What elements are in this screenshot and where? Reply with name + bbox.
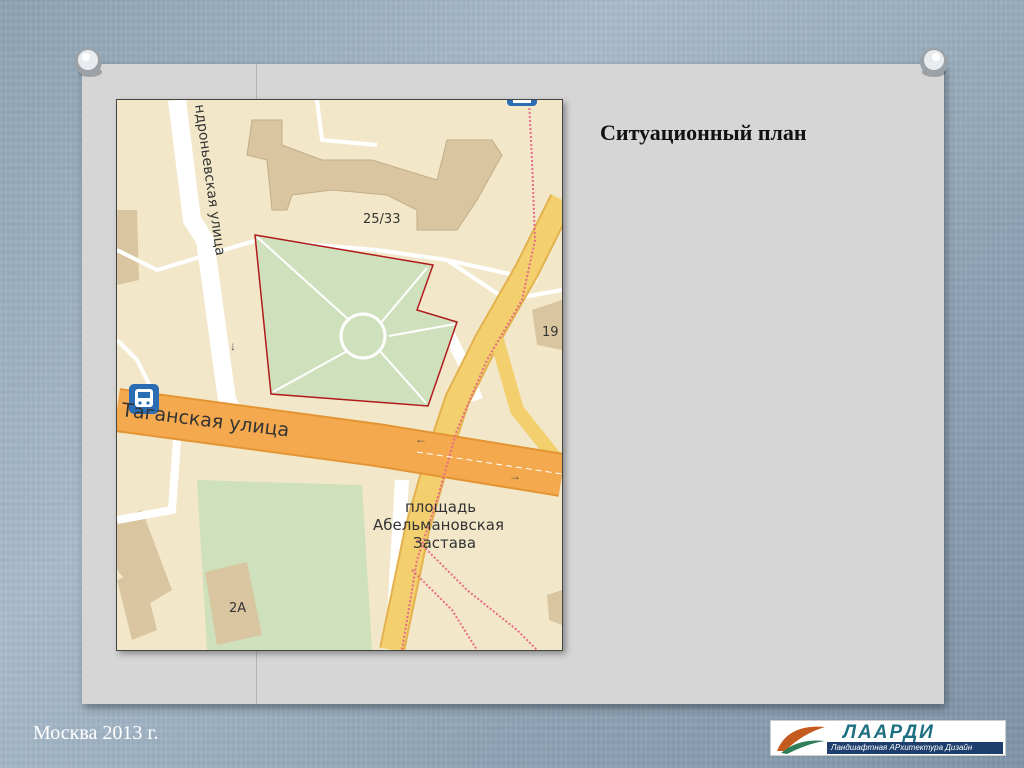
plot-roundabout <box>339 312 387 360</box>
pushpin-icon <box>74 48 102 77</box>
footer-caption: Москва 2013 г. <box>33 722 159 744</box>
label-building-25-33: 25/33 <box>363 212 400 227</box>
bus-stop-icon[interactable] <box>507 100 537 106</box>
building-block <box>547 590 562 625</box>
logo-tagline: Ландшафтная АРхитектура Дизайн <box>827 742 1003 754</box>
logo-name: ЛААРДИ <box>843 722 935 743</box>
label-building-2a: 2А <box>229 601 246 616</box>
leaf-icon <box>777 726 825 754</box>
direction-arrow-icon: ← <box>415 432 427 446</box>
building-block <box>117 210 139 285</box>
map-canvas[interactable]: ← → ↓ ндроньевская улица Таганская улица… <box>117 100 562 650</box>
label-square-line3: Застава <box>413 534 476 552</box>
company-logo: ЛААРДИ Ландшафтная АРхитектура Дизайн <box>770 720 1006 756</box>
label-building-19: 19 <box>542 325 559 340</box>
label-square-line2: Абельмановская <box>373 516 504 534</box>
pushpin-icon <box>920 48 948 77</box>
direction-arrow-icon: ↓ <box>230 339 236 353</box>
direction-arrow-icon: → <box>509 469 521 483</box>
label-square-line1: площадь <box>405 498 476 516</box>
slide-title: Ситуационный план <box>600 120 807 145</box>
situation-map[interactable]: ← → ↓ ндроньевская улица Таганская улица… <box>116 99 563 651</box>
